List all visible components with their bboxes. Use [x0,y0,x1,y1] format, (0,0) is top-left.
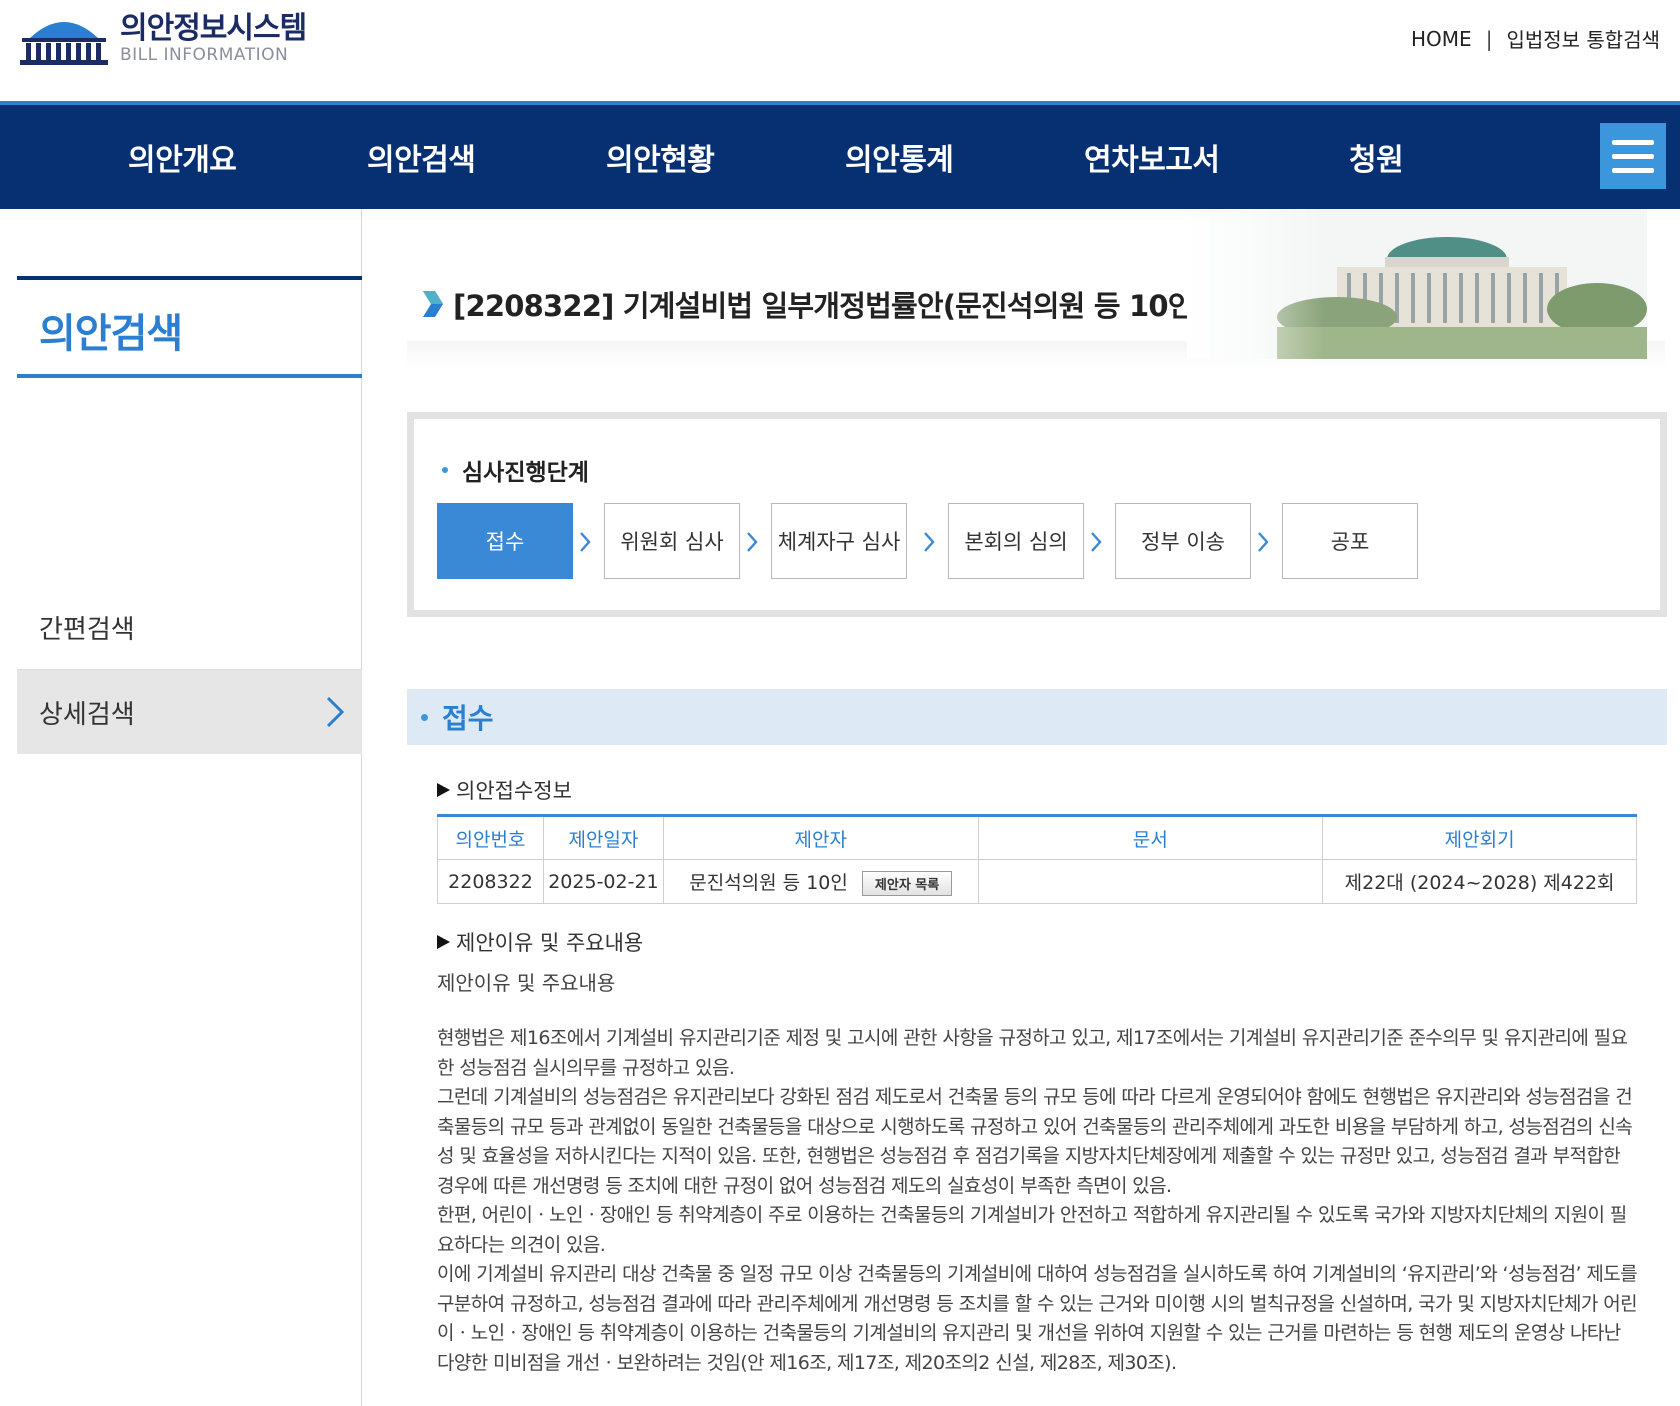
progress-heading-text: 심사진행단계 [462,460,589,486]
title-arrow-icon [423,291,443,317]
logo-title: 의안정보시스템 [120,11,307,46]
sidebar-item-label: 간편검색 [39,615,135,645]
section-header: 접수 [407,689,1667,745]
column-header: 제안회기 [1322,815,1637,860]
chevron-right-icon [580,532,591,552]
lnb-top-divider [17,276,362,280]
national-assembly-logo-icon [20,22,108,65]
nav-item-bill-statistics[interactable]: 의안통계 [845,135,954,179]
chevron-right-icon [326,696,345,728]
column-header: 제안자 [662,815,979,860]
nav-item-annual-report[interactable]: 연차보고서 [1084,135,1220,179]
lnb-title-divider [17,374,362,378]
bullet-icon [421,713,428,721]
chevron-right-icon [924,532,935,552]
bullet-icon [442,467,448,473]
bill-title-area: [2208322] 기계설비법 일부개정법률안(문진석의원 등 10인) [407,209,1665,369]
proposer-name: 문진석의원 등 10인 [689,871,848,894]
triangle-bullet-icon [437,783,450,797]
step-plenary[interactable]: 본회의 심의 [948,503,1084,579]
site-header: 의안정보시스템 BILL INFORMATION HOME | 입법정보 통합검… [0,0,1680,101]
reason-subheading-text: 제안이유 및 주요내용 [456,931,644,955]
nav-item-bill-search[interactable]: 의안검색 [367,135,476,179]
logo-subtitle: BILL INFORMATION [120,45,289,65]
home-link[interactable]: HOME [1411,27,1472,51]
session-cell: 제22대 (2024~2028) 제422회 [1322,859,1637,904]
hamburger-menu-icon[interactable] [1600,123,1666,189]
top-links: HOME | 입법정보 통합검색 [1411,24,1660,53]
step-government-transfer[interactable]: 정부 이송 [1115,503,1251,579]
sidebar-item-label: 상세검색 [39,699,135,730]
column-header: 문서 [977,815,1324,860]
table-header-row: 의안번호 제안일자 제안자 문서 제안회기 [437,815,1637,860]
chevron-right-icon [1091,532,1102,552]
reason-label: 제안이유 및 주요내용 [437,971,616,995]
reason-paragraph: 현행법은 제16조에서 기계설비 유지관리기준 제정 및 고시에 관한 사항을 … [437,1027,1628,1079]
info-subheading-text: 의안접수정보 [456,779,572,803]
link-separator: | [1485,26,1493,51]
bill-title: [2208322] 기계설비법 일부개정법률안(문진석의원 등 10인) [453,289,1207,323]
reason-paragraph: 그런데 기계설비의 성능점검은 유지관리보다 강화된 점검 제도로서 건축물 등… [437,1086,1633,1197]
lnb-title: 의안검색 [39,311,183,357]
main-navigation: 의안개요 의안검색 의안현황 의안통계 연차보고서 청원 [0,101,1680,209]
section-title: 접수 [442,702,494,735]
integrated-search-link[interactable]: 입법정보 통합검색 [1506,24,1660,53]
step-promulgation[interactable]: 공포 [1282,503,1418,579]
reason-subheading: 제안이유 및 주요내용 [437,927,643,957]
chevron-right-icon [747,532,758,552]
reason-body: 현행법은 제16조에서 기계설비 유지관리기준 제정 및 고시에 관한 사항을 … [437,1024,1638,1378]
progress-heading: 심사진행단계 [442,453,589,487]
reason-paragraph: 이에 기계설비 유지관리 대상 건축물 중 일정 규모 이상 건축물등의 기계설… [437,1263,1638,1374]
proposal-date-cell: 2025-02-21 [542,859,664,904]
nav-item-bill-overview[interactable]: 의안개요 [128,135,237,179]
progress-steps-panel: 심사진행단계 접수 위원회 심사 체계자구 심사 본회의 심의 정부 이송 공포 [407,412,1667,617]
side-navigation: 의안검색 간편검색 상세검색 [17,209,362,1406]
step-committee-review[interactable]: 위원회 심사 [604,503,740,579]
info-subheading: 의안접수정보 [437,775,572,805]
sidebar-item-simple-search[interactable]: 간편검색 [17,586,362,670]
bill-info-table: 의안번호 제안일자 제안자 문서 제안회기 2208322 2025-02-21… [437,814,1637,904]
bill-number-cell: 2208322 [437,859,544,904]
site-logo[interactable]: 의안정보시스템 BILL INFORMATION [18,10,307,68]
proposer-cell: 문진석의원 등 10인 제안자 목록 [662,859,979,904]
reason-paragraph: 한편, 어린이ㆍ노인ㆍ장애인 등 취약계층이 주로 이용하는 건축물등의 기계설… [437,1204,1627,1256]
national-assembly-building-image [1187,209,1647,359]
triangle-bullet-icon [437,935,450,949]
step-received[interactable]: 접수 [437,503,573,579]
column-header: 제안일자 [542,815,664,860]
nav-item-petition[interactable]: 청원 [1349,135,1404,179]
chevron-right-icon [1258,532,1269,552]
column-header: 의안번호 [437,815,544,860]
nav-item-bill-status[interactable]: 의안현황 [606,135,715,179]
sidebar-item-detailed-search[interactable]: 상세검색 [17,670,362,754]
document-cell [977,859,1324,904]
proposer-list-button[interactable]: 제안자 목록 [861,870,953,896]
table-row: 2208322 2025-02-21 문진석의원 등 10인 제안자 목록 제2… [437,859,1637,904]
step-legislative-review[interactable]: 체계자구 심사 [771,503,907,579]
